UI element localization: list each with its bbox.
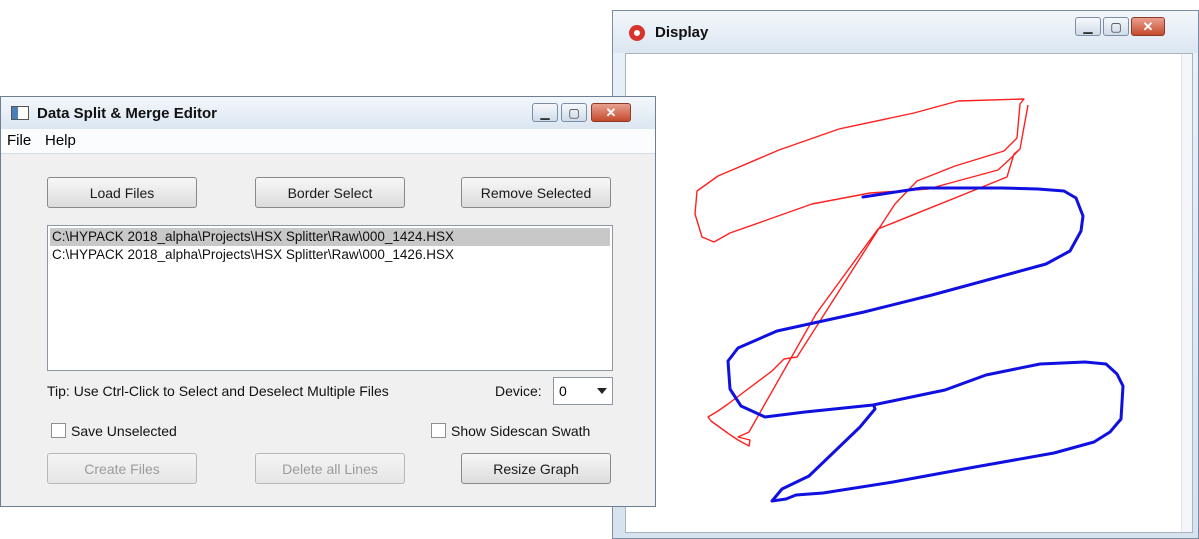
delete-all-lines-button[interactable]: Delete all Lines — [255, 453, 405, 484]
app-window-icon — [11, 106, 29, 120]
save-unselected-label: Save Unselected — [71, 423, 177, 439]
menu-bar: File Help — [1, 129, 655, 154]
list-item[interactable]: C:\HYPACK 2018_alpha\Projects\HSX Splitt… — [50, 228, 610, 246]
close-icon: ✕ — [1142, 18, 1154, 34]
track-plot — [694, 98, 1125, 503]
chevron-down-icon — [597, 388, 607, 394]
border-select-button[interactable]: Border Select — [255, 177, 405, 208]
minimize-icon: ▁ — [1083, 19, 1093, 34]
display-window: Display ▁ ▢ ✕ — [612, 10, 1199, 539]
file-list[interactable]: C:\HYPACK 2018_alpha\Projects\HSX Splitt… — [47, 225, 613, 371]
blue-track-line — [726, 186, 1125, 503]
resize-graph-button[interactable]: Resize Graph — [461, 453, 611, 484]
menu-help[interactable]: Help — [45, 132, 76, 149]
display-title: Display — [655, 24, 709, 41]
editor-window: Data Split & Merge Editor ▁ ▢ ✕ File Hel… — [0, 96, 656, 507]
minimize-button[interactable]: ▁ — [1075, 17, 1101, 36]
list-item[interactable]: C:\HYPACK 2018_alpha\Projects\HSX Splitt… — [50, 246, 610, 264]
editor-titlebar[interactable]: Data Split & Merge Editor ▁ ▢ ✕ — [1, 97, 655, 129]
device-label: Device: — [495, 383, 542, 399]
show-sidescan-checkbox[interactable] — [431, 423, 446, 438]
device-value: 0 — [559, 383, 567, 399]
close-button[interactable]: ✕ — [1131, 17, 1165, 36]
load-files-button[interactable]: Load Files — [47, 177, 197, 208]
menu-help-label: Help — [45, 132, 76, 149]
remove-selected-button[interactable]: Remove Selected — [461, 177, 611, 208]
create-files-button[interactable]: Create Files — [47, 453, 197, 484]
device-select[interactable]: 0 — [553, 377, 613, 405]
tip-text: Tip: Use Ctrl-Click to Select and Desele… — [47, 383, 389, 399]
display-canvas[interactable] — [625, 53, 1193, 533]
minimize-button[interactable]: ▁ — [532, 103, 558, 122]
menu-file[interactable]: File — [7, 132, 31, 149]
show-sidescan-label: Show Sidescan Swath — [451, 423, 591, 439]
canvas-scrollbar[interactable] — [1181, 54, 1192, 532]
maximize-icon: ▢ — [568, 105, 580, 120]
red-track-line — [694, 98, 1029, 447]
menu-file-label: File — [7, 132, 32, 149]
minimize-icon: ▁ — [540, 105, 550, 120]
app-logo-icon — [629, 25, 645, 41]
maximize-icon: ▢ — [1110, 19, 1122, 34]
editor-title: Data Split & Merge Editor — [37, 105, 218, 122]
maximize-button[interactable]: ▢ — [561, 103, 587, 122]
close-icon: ✕ — [605, 104, 617, 120]
display-titlebar[interactable]: Display ▁ ▢ ✕ — [613, 11, 1198, 53]
save-unselected-checkbox[interactable] — [51, 423, 66, 438]
close-button[interactable]: ✕ — [591, 103, 631, 122]
maximize-button[interactable]: ▢ — [1103, 17, 1129, 36]
